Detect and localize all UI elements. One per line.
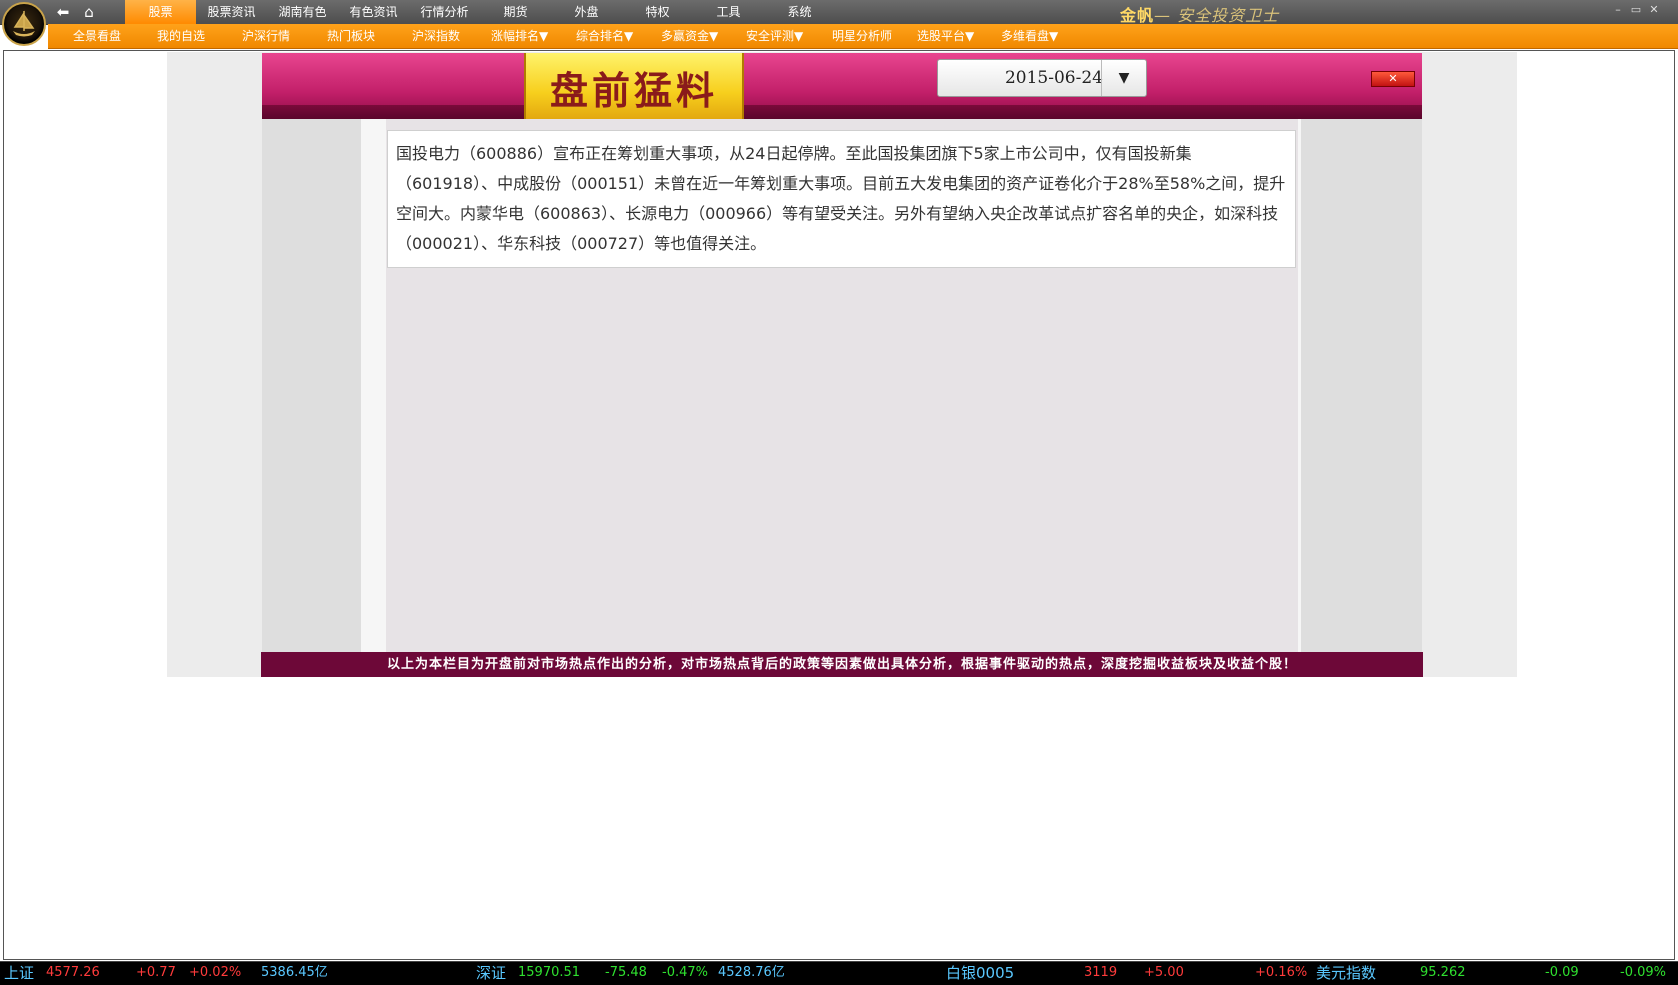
ticker-sh-pct: +0.02% — [189, 965, 242, 980]
ticker-usd-change: -0.09 — [1545, 965, 1579, 980]
home-icon[interactable]: ⌂ — [80, 3, 98, 21]
ticker-sz-volume: 4528.76亿 — [718, 965, 785, 980]
panel-header: 盘前猛料 2015-06-24 ▼ ✕ — [262, 53, 1422, 119]
app-logo[interactable] — [2, 2, 46, 46]
date-value: 2015-06-24 — [1004, 68, 1103, 88]
minimize-button[interactable]: – — [1610, 3, 1626, 17]
brand-tagline: — 安全投资卫士 — [1154, 6, 1280, 25]
menu-item-system[interactable]: 系统 — [764, 0, 835, 24]
ticker-sz-pct: -0.47% — [662, 965, 708, 980]
article-text: 国投电力（600886）宣布正在筹划重大事项，从24日起停牌。至此国投集团旗下5… — [387, 130, 1296, 268]
ticker-sh-change: +0.77 — [136, 965, 176, 980]
panel-footer-note: 以上为本栏目为开盘前对市场热点作出的分析，对市场热点背后的政策等因素做出具体分析… — [261, 652, 1423, 677]
date-selector[interactable]: 2015-06-24 ▼ — [937, 59, 1147, 97]
window-close-button[interactable]: ✕ — [1646, 3, 1662, 17]
ticker-silver-value: 3119 — [1084, 965, 1118, 980]
ticker-sz-value: 15970.51 — [518, 965, 581, 980]
submenu-panorama[interactable]: 全景看盘 — [73, 24, 121, 48]
market-ticker: 上证 4577.26 +0.77 +0.02% 5386.45亿 深证 1597… — [0, 961, 1678, 985]
back-arrow-icon[interactable]: ⬅ — [54, 3, 72, 21]
menu-item-stock-news[interactable]: 股票资讯 — [196, 0, 267, 24]
submenu-funds[interactable]: 多赢资金▼ — [661, 24, 718, 48]
submenu-multi-view[interactable]: 多维看盘▼ — [1001, 24, 1058, 48]
ticker-silver-change: +5.00 — [1144, 965, 1184, 980]
ticker-sh-value: 4577.26 — [46, 965, 100, 980]
menu-item-market-analysis[interactable]: 行情分析 — [409, 0, 480, 24]
panel-close-button[interactable]: ✕ — [1371, 71, 1415, 87]
ticker-silver-pct: +0.16% — [1255, 965, 1308, 980]
submenu-gain-ranking[interactable]: 涨幅排名▼ — [491, 24, 548, 48]
ship-logo-icon — [13, 10, 35, 37]
menu-item-nonferrous-news[interactable]: 有色资讯 — [338, 0, 409, 24]
chevron-down-icon[interactable]: ▼ — [1101, 60, 1146, 96]
ticker-sz-change: -75.48 — [605, 965, 647, 980]
menu-item-foreign-market[interactable]: 外盘 — [551, 0, 622, 24]
submenu-hot-sectors[interactable]: 热门板块 — [327, 24, 375, 48]
menu-item-stocks[interactable]: 股票 — [125, 0, 196, 24]
main-menu: 股票 股票资讯 湖南有色 有色资讯 行情分析 期货 外盘 特权 工具 系统 — [125, 0, 835, 24]
submenu-safety-rating[interactable]: 安全评测▼ — [746, 24, 803, 48]
panel-title-box: 盘前猛料 — [524, 53, 744, 119]
sub-menu-bar: 全景看盘 我的自选 沪深行情 热门板块 沪深指数 涨幅排名▼ 综合排名▼ 多赢资… — [48, 24, 1678, 49]
ticker-usd-pct: -0.09% — [1620, 965, 1666, 980]
submenu-overall-ranking[interactable]: 综合排名▼ — [576, 24, 633, 48]
menu-item-privileges[interactable]: 特权 — [622, 0, 693, 24]
submenu-hs-index[interactable]: 沪深指数 — [412, 24, 460, 48]
panel-title: 盘前猛料 — [549, 68, 718, 113]
ticker-sh-name[interactable]: 上证 — [4, 962, 34, 984]
menu-item-hunan-nonferrous[interactable]: 湖南有色 — [267, 0, 338, 24]
ticker-usd-name[interactable]: 美元指数 — [1316, 962, 1376, 984]
submenu-watchlist[interactable]: 我的自选 — [157, 24, 205, 48]
ticker-sz-name[interactable]: 深证 — [476, 962, 506, 984]
submenu-hs-quotes[interactable]: 沪深行情 — [242, 24, 290, 48]
ticker-silver-name[interactable]: 白银0005 — [946, 962, 1014, 984]
brand-name: 金帆 — [1120, 6, 1155, 25]
submenu-star-analysts[interactable]: 明星分析师 — [832, 24, 892, 48]
header-stripe — [262, 105, 1422, 119]
menu-item-tools[interactable]: 工具 — [693, 0, 764, 24]
brand-slogan: 金帆— 安全投资卫士 — [1120, 2, 1279, 26]
submenu-stock-picker[interactable]: 选股平台▼ — [917, 24, 974, 48]
restore-button[interactable]: ▭ — [1628, 3, 1644, 17]
ticker-usd-value: 95.262 — [1420, 965, 1466, 980]
menu-item-futures[interactable]: 期货 — [480, 0, 551, 24]
ticker-sh-volume: 5386.45亿 — [261, 965, 328, 980]
top-menu-bar: ⬅ ⌂ 股票 股票资讯 湖南有色 有色资讯 行情分析 期货 外盘 特权 工具 系… — [0, 0, 1678, 25]
